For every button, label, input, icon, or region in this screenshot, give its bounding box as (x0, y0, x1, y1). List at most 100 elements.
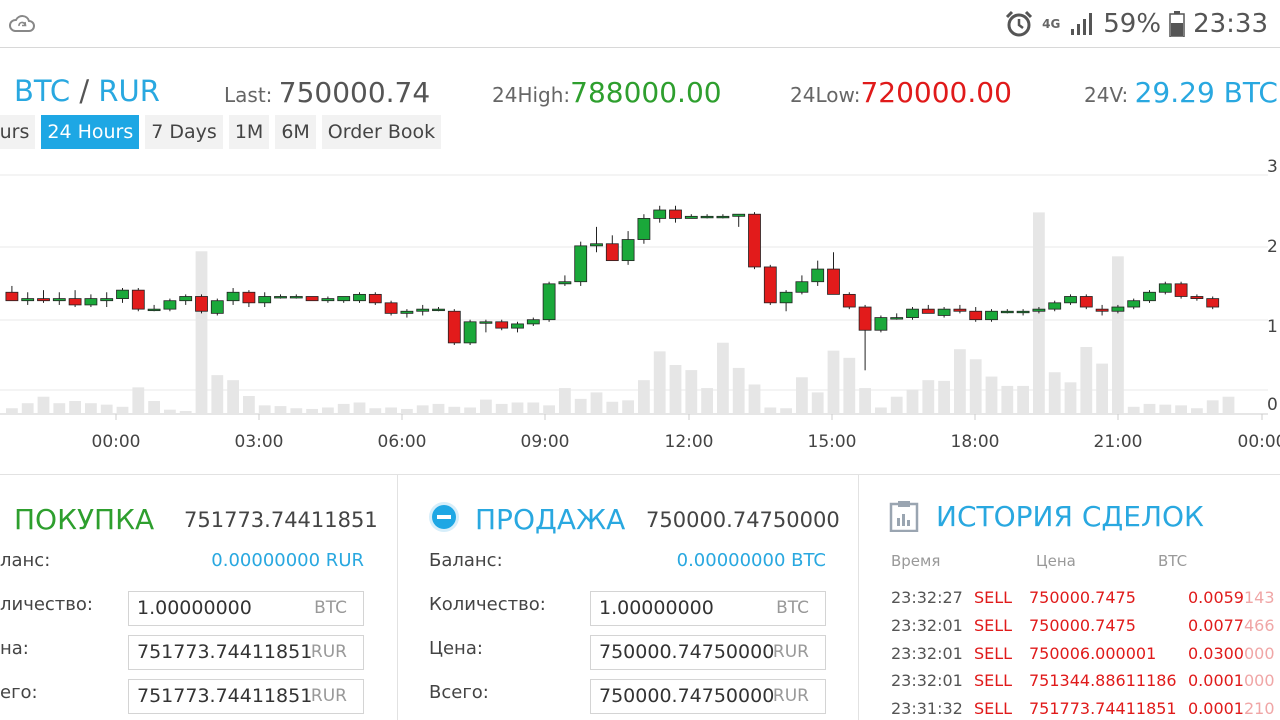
trade-type: SELL (974, 699, 1013, 718)
volume-bar (116, 406, 129, 414)
tab-24-hours[interactable]: 24 Hours (41, 115, 140, 149)
candle-body (1206, 298, 1220, 308)
last-label: Last: (224, 83, 273, 107)
sell-qty-field[interactable]: 1.00000000 BTC (590, 591, 826, 626)
candle-body (716, 215, 730, 219)
buy-qty-field[interactable]: 1.00000000 BTC (128, 591, 364, 626)
low-price: 24Low:720000.00 (790, 76, 1012, 109)
candle-body (384, 302, 398, 314)
buy-best-price[interactable]: 751773.74411851 (184, 508, 378, 532)
volume-bar (385, 407, 397, 414)
history-col-price: Цена (1036, 552, 1076, 570)
currency-pair[interactable]: BTC / RUR (14, 74, 160, 108)
trade-time: 23:32:01 (891, 671, 963, 690)
y-tick-label: 3 (1267, 157, 1278, 177)
candle-body (558, 281, 572, 285)
volume-bar (1096, 363, 1108, 414)
y-tick-label: 2 (1267, 237, 1278, 257)
volume-bar (322, 407, 334, 414)
trade-amount: 0.0077466 (1188, 616, 1275, 635)
trade-time: 23:31:32 (891, 699, 963, 718)
candle-body (258, 296, 272, 304)
sell-qty-label: Количество: (429, 594, 546, 615)
high-label: 24High: (492, 83, 571, 107)
clock: 23:33 (1193, 9, 1268, 39)
volume-bar (448, 406, 461, 414)
candle-body (842, 293, 856, 308)
history-col-amount: BTC (1158, 552, 1188, 570)
candle-body (621, 239, 635, 262)
high-price: 24High:788000.00 (492, 76, 722, 109)
trade-price: 750006.000001 (1029, 644, 1157, 663)
volume-bar (53, 403, 66, 414)
candle-body (937, 308, 951, 316)
buy-total-field[interactable]: 751773.74411851 RUR (128, 679, 364, 714)
sell-price-field[interactable]: 750000.74750000 RUR (590, 635, 826, 670)
sell-price-label: Цена: (429, 638, 483, 659)
buy-qty-value: 1.00000000 (137, 597, 252, 619)
volume-value: 29.29 BTC (1134, 76, 1278, 109)
candle-body (1079, 296, 1093, 308)
volume-bar (416, 405, 429, 414)
buy-price-field[interactable]: 751773.74411851 RUR (128, 635, 364, 670)
candle-body (653, 209, 667, 219)
tab-6m[interactable]: 6M (275, 115, 316, 149)
candle-body (700, 215, 714, 219)
volume-bar (527, 402, 540, 414)
sell-total-field[interactable]: 750000.74750000 RUR (590, 679, 826, 714)
status-bar: 4G 59% 23:33 (0, 0, 1280, 48)
buy-balance-value[interactable]: 0.00000000 RUR (211, 550, 364, 571)
tab-hours[interactable]: ours (0, 115, 36, 149)
buy-qty-unit: BTC (314, 598, 347, 618)
volume-bar (590, 392, 603, 414)
volume-bar (6, 408, 18, 414)
volume-bar (717, 342, 729, 414)
volume-bar (922, 380, 935, 414)
trade-amount-tail: 210 (1243, 699, 1275, 718)
sell-best-price[interactable]: 750000.74750000 (646, 508, 840, 532)
pair-separator: / (79, 74, 90, 108)
x-tick-label: 15:00 (808, 432, 857, 452)
trade-amount: 0.0059143 (1188, 588, 1275, 607)
volume-bar (179, 411, 192, 414)
sell-price-unit: RUR (772, 642, 809, 662)
trade-time: 23:32:01 (891, 616, 963, 635)
clipboard-chart-icon (889, 501, 919, 532)
volume-bar (543, 405, 555, 414)
volume-bar (906, 389, 919, 414)
volume-bar (653, 351, 666, 414)
battery-icon (1169, 11, 1185, 37)
price-chart[interactable]: 00:00 03:00 06:00 09:00 12:00 15:00 18:00 21:00… (0, 150, 1280, 465)
trade-type: SELL (974, 616, 1013, 635)
x-tick-label: 00:00 (92, 432, 141, 452)
trade-amount-main: 0.0300 (1188, 644, 1244, 663)
candle-body (368, 293, 382, 304)
candle-body (1016, 310, 1030, 314)
volume-bar (574, 398, 587, 414)
last-price: Last: 750000.74 (224, 76, 430, 109)
trade-amount-main: 0.0077 (1188, 616, 1244, 635)
candle-body (21, 298, 35, 302)
volume-bar (764, 407, 777, 414)
volume-bar (843, 357, 856, 414)
candle-body (337, 296, 351, 302)
trade-amount: 0.0001210 (1188, 699, 1275, 718)
volume-label: 24V: (1084, 83, 1129, 107)
section-divider (0, 474, 1280, 475)
volume-bar (69, 401, 81, 414)
last-value: 750000.74 (278, 76, 431, 109)
tab-order-book[interactable]: Order Book (321, 115, 442, 149)
battery-percent: 59% (1103, 9, 1162, 39)
volume-bar (227, 380, 239, 414)
buy-total-unit: RUR (310, 686, 347, 706)
volume-bar (1191, 408, 1203, 414)
trade-row: 23:31:32 SELL 751773.74411851 0.0001210 (891, 699, 1280, 720)
candle-body (1158, 283, 1172, 293)
candle-body (1190, 296, 1204, 299)
volume-bar (37, 396, 50, 414)
tab-7-days[interactable]: 7 Days (145, 115, 223, 149)
tab-1m[interactable]: 1M (228, 115, 270, 149)
volume-bar (432, 403, 445, 414)
sell-balance-value[interactable]: 0.00000000 BTC (677, 550, 826, 571)
candle-body (890, 317, 904, 320)
